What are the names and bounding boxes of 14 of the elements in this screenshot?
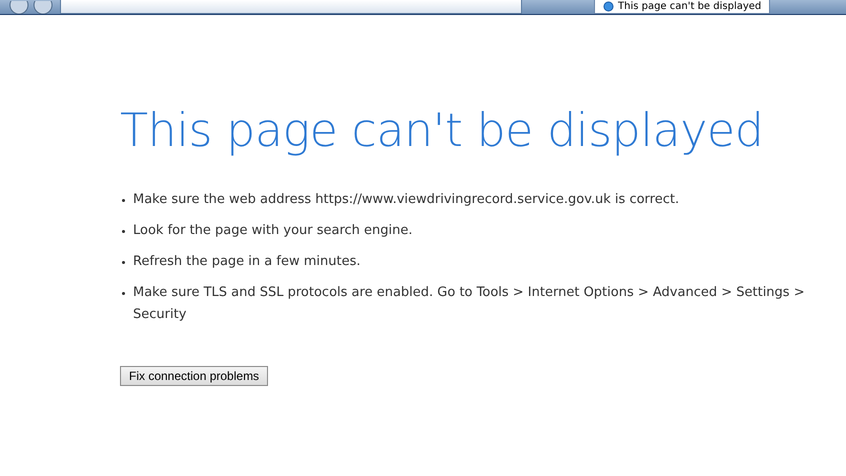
bullet-icon [122, 230, 125, 233]
fix-connection-button[interactable]: Fix connection problems [120, 366, 268, 386]
bullet-icon [122, 199, 125, 202]
browser-tab[interactable]: This page can't be displayed [594, 0, 770, 14]
bullet-icon [122, 261, 125, 264]
suggestion-text: Look for the page with your search engine. [133, 222, 413, 240]
forward-icon[interactable] [32, 0, 54, 14]
bullet-icon [122, 292, 125, 295]
suggestion-text: Make sure TLS and SSL protocols are enabled. Go to Tools > Internet Options > Advanced > Settings > Security [133, 284, 806, 324]
globe-icon [603, 1, 614, 12]
back-icon[interactable] [8, 0, 30, 14]
suggestion-text: Refresh the page in a few minutes. [133, 253, 360, 271]
page-heading: This page can't be displayed [120, 102, 764, 159]
suggestion-text: Make sure the web address https://www.viewdrivingrecord.service.gov.uk is correct. [133, 191, 680, 209]
